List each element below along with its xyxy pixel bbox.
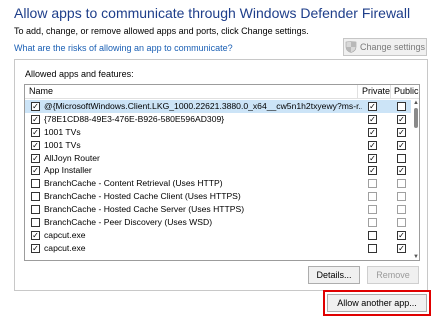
private-checkbox[interactable] — [368, 179, 377, 189]
private-checkbox[interactable] — [368, 192, 377, 202]
list-header: Name Private Public — [25, 85, 419, 99]
enable-checkbox[interactable] — [31, 179, 40, 189]
scroll-down-icon[interactable]: ▼ — [413, 254, 419, 260]
app-name: 1001 TVs — [44, 126, 81, 137]
enable-checkbox[interactable]: ✓ — [31, 114, 40, 124]
scroll-up-icon[interactable]: ▲ — [413, 100, 419, 106]
app-row[interactable]: ✓ {78E1CD88-49E3-476E-B926-580E596AD309} ✓… — [25, 113, 411, 126]
public-checkbox[interactable]: ✓ — [397, 127, 406, 137]
app-name: BranchCache - Hosted Cache Server (Uses … — [44, 204, 245, 215]
enable-checkbox[interactable]: ✓ — [31, 230, 40, 240]
shield-icon — [345, 41, 357, 53]
app-name: AllJoyn Router — [44, 152, 100, 163]
private-checkbox[interactable]: ✓ — [368, 127, 377, 137]
private-checkbox[interactable] — [368, 218, 377, 228]
app-row[interactable]: ✓ 1001 TVs ✓ ✓ — [25, 126, 411, 139]
app-row[interactable]: ✓ @{MicrosoftWindows.Client.LKG_1000.2262… — [25, 100, 411, 113]
enable-checkbox[interactable]: ✓ — [31, 102, 40, 111]
allowed-apps-label: Allowed apps and features: — [25, 69, 134, 79]
column-private[interactable]: Private — [362, 86, 390, 96]
app-row[interactable]: BranchCache - Content Retrieval (Uses HT… — [25, 177, 411, 190]
app-name: BranchCache - Peer Discovery (Uses WSD) — [44, 217, 213, 228]
change-settings-label: Change settings — [359, 42, 426, 52]
remove-button[interactable]: Remove — [367, 266, 419, 284]
enable-checkbox[interactable]: ✓ — [31, 166, 40, 176]
page-title: Allow apps to communicate through Window… — [14, 5, 411, 21]
highlight-box — [323, 290, 431, 316]
app-row[interactable]: BranchCache - Hosted Cache Client (Uses … — [25, 190, 411, 203]
apps-rows: ✓ @{MicrosoftWindows.Client.LKG_1000.2262… — [25, 100, 411, 255]
column-divider — [390, 85, 391, 98]
public-checkbox[interactable] — [397, 218, 406, 228]
private-checkbox[interactable] — [368, 243, 377, 253]
column-public[interactable]: Public — [394, 86, 419, 96]
enable-checkbox[interactable]: ✓ — [31, 140, 40, 150]
public-checkbox[interactable] — [397, 192, 406, 202]
app-name: @{MicrosoftWindows.Client.LKG_1000.22621… — [44, 101, 362, 111]
enable-checkbox[interactable] — [31, 205, 40, 215]
scroll-thumb[interactable] — [414, 108, 418, 128]
app-row[interactable]: ✓ App Installer ✓ ✓ — [25, 164, 411, 177]
private-checkbox[interactable]: ✓ — [368, 114, 377, 124]
allowed-apps-group: Allowed apps and features: Name Private … — [14, 59, 428, 291]
change-settings-button[interactable]: Change settings — [343, 38, 427, 56]
app-name: App Installer — [44, 165, 92, 176]
enable-checkbox[interactable]: ✓ — [31, 243, 40, 253]
app-name: capcut.exe — [44, 229, 86, 240]
risks-link[interactable]: What are the risks of allowing an app to… — [14, 43, 233, 53]
details-button[interactable]: Details... — [308, 266, 360, 284]
private-checkbox[interactable] — [368, 205, 377, 215]
enable-checkbox[interactable]: ✓ — [31, 153, 40, 163]
public-checkbox[interactable]: ✓ — [397, 114, 406, 124]
public-checkbox[interactable]: ✓ — [397, 243, 406, 253]
private-checkbox[interactable]: ✓ — [368, 102, 377, 111]
public-checkbox[interactable] — [397, 153, 406, 163]
public-checkbox[interactable] — [397, 102, 406, 111]
app-name: BranchCache - Hosted Cache Client (Uses … — [44, 191, 241, 202]
enable-checkbox[interactable] — [31, 218, 40, 228]
app-row[interactable]: BranchCache - Peer Discovery (Uses WSD) — [25, 216, 411, 229]
private-checkbox[interactable]: ✓ — [368, 153, 377, 163]
app-row[interactable]: ✓ AllJoyn Router ✓ — [25, 152, 411, 165]
app-row[interactable]: ✓ capcut.exe ✓ — [25, 242, 411, 255]
public-checkbox[interactable]: ✓ — [397, 230, 406, 240]
enable-checkbox[interactable] — [31, 192, 40, 202]
app-row[interactable]: ✓ capcut.exe ✓ — [25, 229, 411, 242]
column-name[interactable]: Name — [29, 86, 53, 96]
private-checkbox[interactable]: ✓ — [368, 166, 377, 176]
apps-list[interactable]: Name Private Public ✓ @{MicrosoftWindows.… — [24, 84, 420, 261]
app-row[interactable]: ✓ 1001 TVs ✓ ✓ — [25, 139, 411, 152]
public-checkbox[interactable] — [397, 179, 406, 189]
column-divider — [357, 85, 358, 98]
public-checkbox[interactable]: ✓ — [397, 140, 406, 150]
app-row[interactable]: BranchCache - Hosted Cache Server (Uses … — [25, 203, 411, 216]
page-subtitle: To add, change, or remove allowed apps a… — [14, 26, 309, 36]
private-checkbox[interactable] — [368, 230, 377, 240]
app-name: capcut.exe — [44, 242, 86, 253]
app-name: 1001 TVs — [44, 139, 81, 150]
app-name: BranchCache - Content Retrieval (Uses HT… — [44, 178, 223, 189]
vertical-scrollbar[interactable]: ▲ ▼ — [412, 100, 419, 260]
enable-checkbox[interactable]: ✓ — [31, 127, 40, 137]
private-checkbox[interactable]: ✓ — [368, 140, 377, 150]
app-name: {78E1CD88-49E3-476E-B926-580E596AD309} — [44, 113, 225, 124]
public-checkbox[interactable]: ✓ — [397, 166, 406, 176]
public-checkbox[interactable] — [397, 205, 406, 215]
